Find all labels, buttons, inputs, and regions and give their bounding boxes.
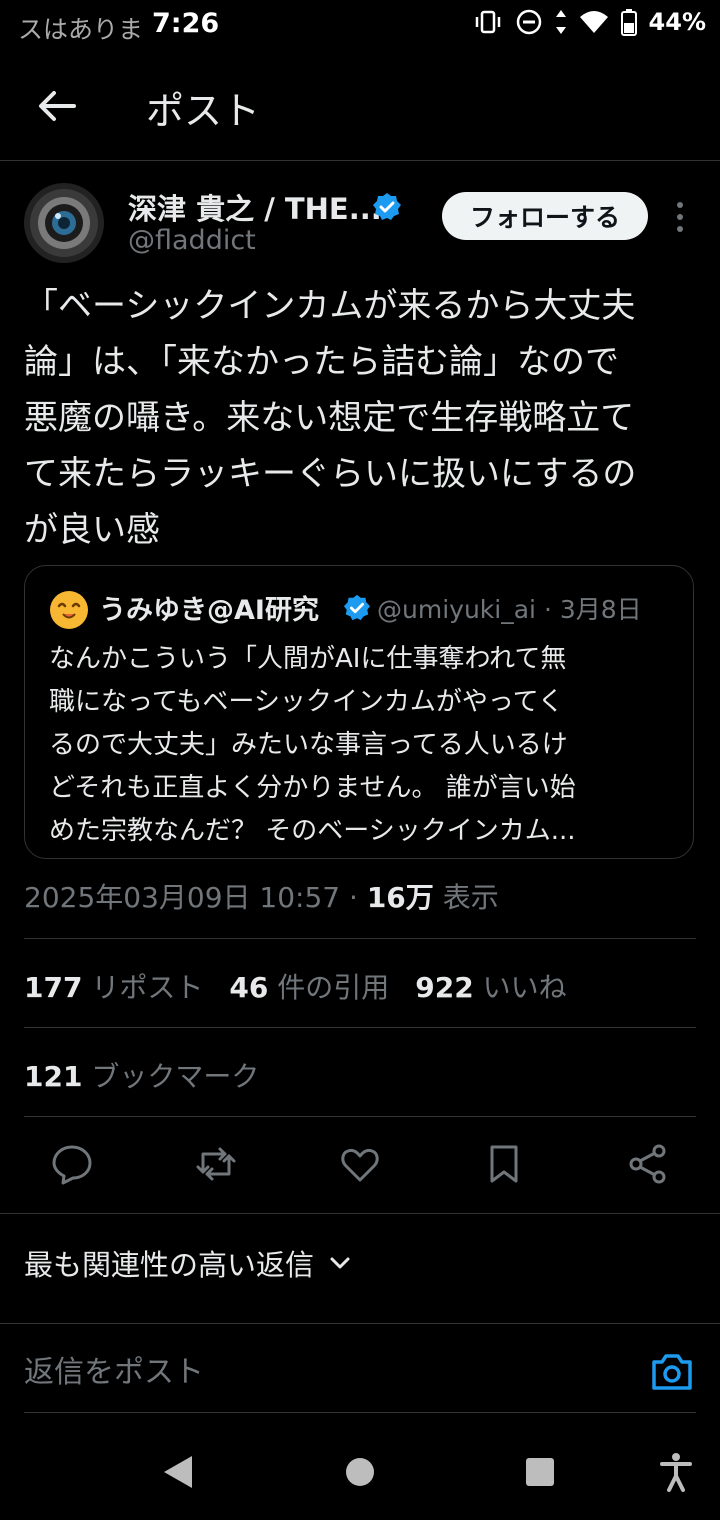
camera-icon[interactable] [650,1352,694,1392]
bookmarks-count: 121 [24,1060,83,1093]
reply-icon[interactable] [50,1142,94,1186]
bookmark-icon[interactable] [482,1142,526,1186]
reply-sort-dropdown[interactable]: 最も関連性の高い返信 [24,1242,352,1284]
quoted-meta: @umiyuki_ai · 3月8日 [377,590,642,626]
quoted-verified-badge-icon [343,594,371,621]
repost-icon[interactable] [194,1142,238,1186]
camera-lens-avatar-image [24,183,104,263]
like-heart-icon[interactable] [338,1142,382,1186]
do-not-disturb-icon [516,9,541,35]
battery-level: 44% [648,8,706,36]
divider [24,938,696,939]
meta-separator: · [543,595,560,624]
likes-stat[interactable]: 922 いいね [415,966,566,1006]
status-icons: 44% [473,8,706,36]
views-count: 16万 [366,881,434,914]
verified-badge-icon [373,193,401,220]
battery-icon [620,9,637,36]
notification-preview: スはありま [18,15,144,44]
divider [0,1213,720,1214]
quoted-post-text: なんかこういう「人間がAIに仕事奪われて無 職になってもベーシックインカムがやっ… [49,644,576,846]
vibrate-icon [475,10,500,34]
divider [24,1027,696,1028]
nav-home-icon[interactable] [340,1450,380,1494]
reposts-count: 177 [24,971,83,1004]
data-transfer-icon [555,10,566,34]
accessibility-icon[interactable] [656,1450,696,1494]
more-options-icon[interactable] [668,200,692,234]
divider [24,1412,696,1413]
quoted-author-name: うみゆき@AI研究 [99,595,319,626]
nav-back-icon[interactable] [158,1450,198,1494]
bookmarks-stat[interactable]: 121 ブックマーク [24,1055,259,1095]
tweet-text: 「ベーシックインカムが来るから大丈夫 論」は、「来なかったら詰む論」なので 悪魔… [24,286,637,550]
page-title: ポスト [146,89,261,133]
quotes-stat[interactable]: 46 件の引用 [229,966,389,1006]
share-icon[interactable] [626,1142,670,1186]
reposts-stat[interactable]: 177 リポスト [24,966,203,1006]
smiley-face-avatar-icon [50,591,88,629]
author-name[interactable]: 深津 貴之 / THE... [128,186,382,228]
views-label: 表示 [442,881,499,914]
quotes-label: 件の引用 [277,971,390,1004]
reply-input[interactable] [24,1355,584,1390]
wifi-icon [579,11,608,33]
author-handle[interactable]: @fladdict [128,225,256,256]
status-bar: スはありま 7:26 44% [0,0,720,50]
app-header: ポスト [0,50,720,161]
follow-button[interactable]: フォローする [442,192,648,240]
post-timestamp: 2025年03月09日 10:57 [24,881,341,914]
author-avatar[interactable] [24,183,104,263]
quoted-date: 3月8日 [559,595,642,624]
quoted-post-card[interactable]: うみゆき@AI研究 @umiyuki_ai · 3月8日 なんかこういう「人間が… [24,565,694,859]
divider [0,1323,720,1324]
nav-recents-icon[interactable] [520,1450,560,1494]
post-timestamp-row: 2025年03月09日 10:57 · 16万 表示 [24,876,499,916]
reposts-label: リポスト [91,971,204,1004]
chevron-down-icon [330,1257,350,1269]
back-arrow-icon[interactable] [34,84,78,128]
bookmarks-label: ブックマーク [91,1060,260,1093]
reply-sort-label: 最も関連性の高い返信 [24,1248,315,1282]
status-time: 7:26 [152,8,220,39]
timestamp-separator: · [340,881,367,914]
quotes-count: 46 [229,971,269,1004]
divider [24,1116,696,1117]
likes-count: 922 [415,971,474,1004]
quoted-author-handle: @umiyuki_ai [377,595,536,624]
engagement-stats: 177 リポスト 46 件の引用 922 いいね [24,966,567,1006]
likes-label: いいね [482,971,567,1004]
